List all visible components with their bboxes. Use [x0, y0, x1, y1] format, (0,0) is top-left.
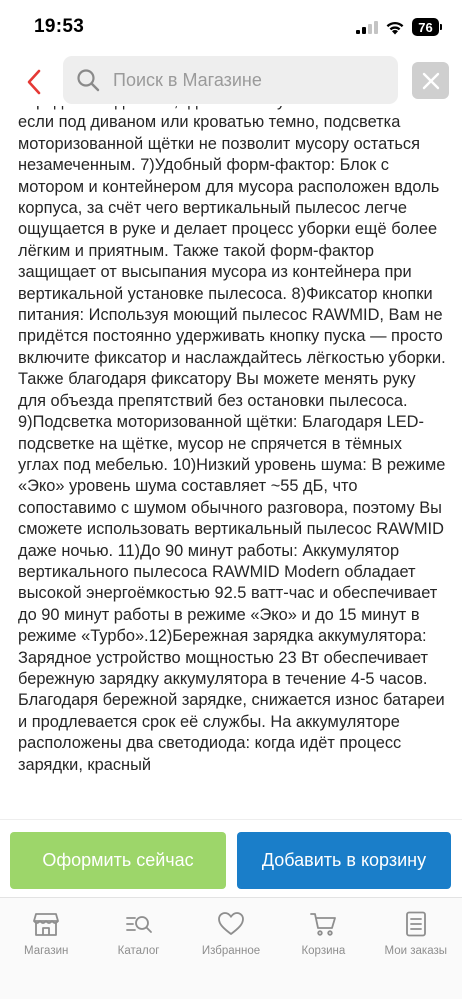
store-icon: [32, 910, 60, 938]
catalog-search-icon: [125, 910, 153, 938]
status-indicators: 76: [356, 18, 442, 36]
close-button[interactable]: [412, 62, 449, 99]
tab-label: Магазин: [24, 945, 69, 957]
search-box[interactable]: [63, 56, 398, 104]
checkout-now-button[interactable]: Оформить сейчас: [10, 832, 226, 889]
cart-icon: [309, 910, 337, 938]
wifi-icon: [386, 21, 404, 34]
tab-label: Мои заказы: [384, 945, 447, 957]
heart-icon: [217, 910, 245, 938]
tab-catalog[interactable]: Каталог: [92, 898, 184, 999]
cellular-signal-icon: [356, 20, 378, 34]
tab-store[interactable]: Магазин: [0, 898, 92, 999]
description-text: переднем подсветки, где нельзя нужно наг…: [18, 102, 446, 774]
purchase-action-bar: Оформить сейчас Добавить в корзину: [0, 819, 462, 897]
battery-icon: 76: [412, 18, 442, 36]
tab-my-orders[interactable]: Мои заказы: [370, 898, 462, 999]
add-to-cart-button[interactable]: Добавить в корзину: [237, 832, 451, 889]
close-icon: [422, 72, 439, 89]
tab-label: Избранное: [201, 945, 261, 957]
status-bar: 19:53 76: [0, 0, 462, 56]
search-icon: [75, 67, 101, 93]
back-button[interactable]: [14, 62, 54, 102]
tab-label: Корзина: [301, 945, 346, 957]
orders-icon: [402, 910, 430, 938]
bottom-tab-bar: Магазин Каталог Избранное Корзина Мои за…: [0, 897, 462, 999]
product-description[interactable]: переднем подсветки, где нельзя нужно наг…: [18, 102, 446, 819]
tab-favorites[interactable]: Избранное: [185, 898, 277, 999]
battery-level: 76: [412, 18, 439, 36]
status-time: 19:53: [34, 16, 85, 37]
tab-label: Каталог: [117, 945, 160, 957]
tab-cart[interactable]: Корзина: [277, 898, 369, 999]
chevron-left-icon: [27, 69, 41, 95]
search-input[interactable]: [113, 69, 383, 91]
search-header: [0, 56, 462, 106]
